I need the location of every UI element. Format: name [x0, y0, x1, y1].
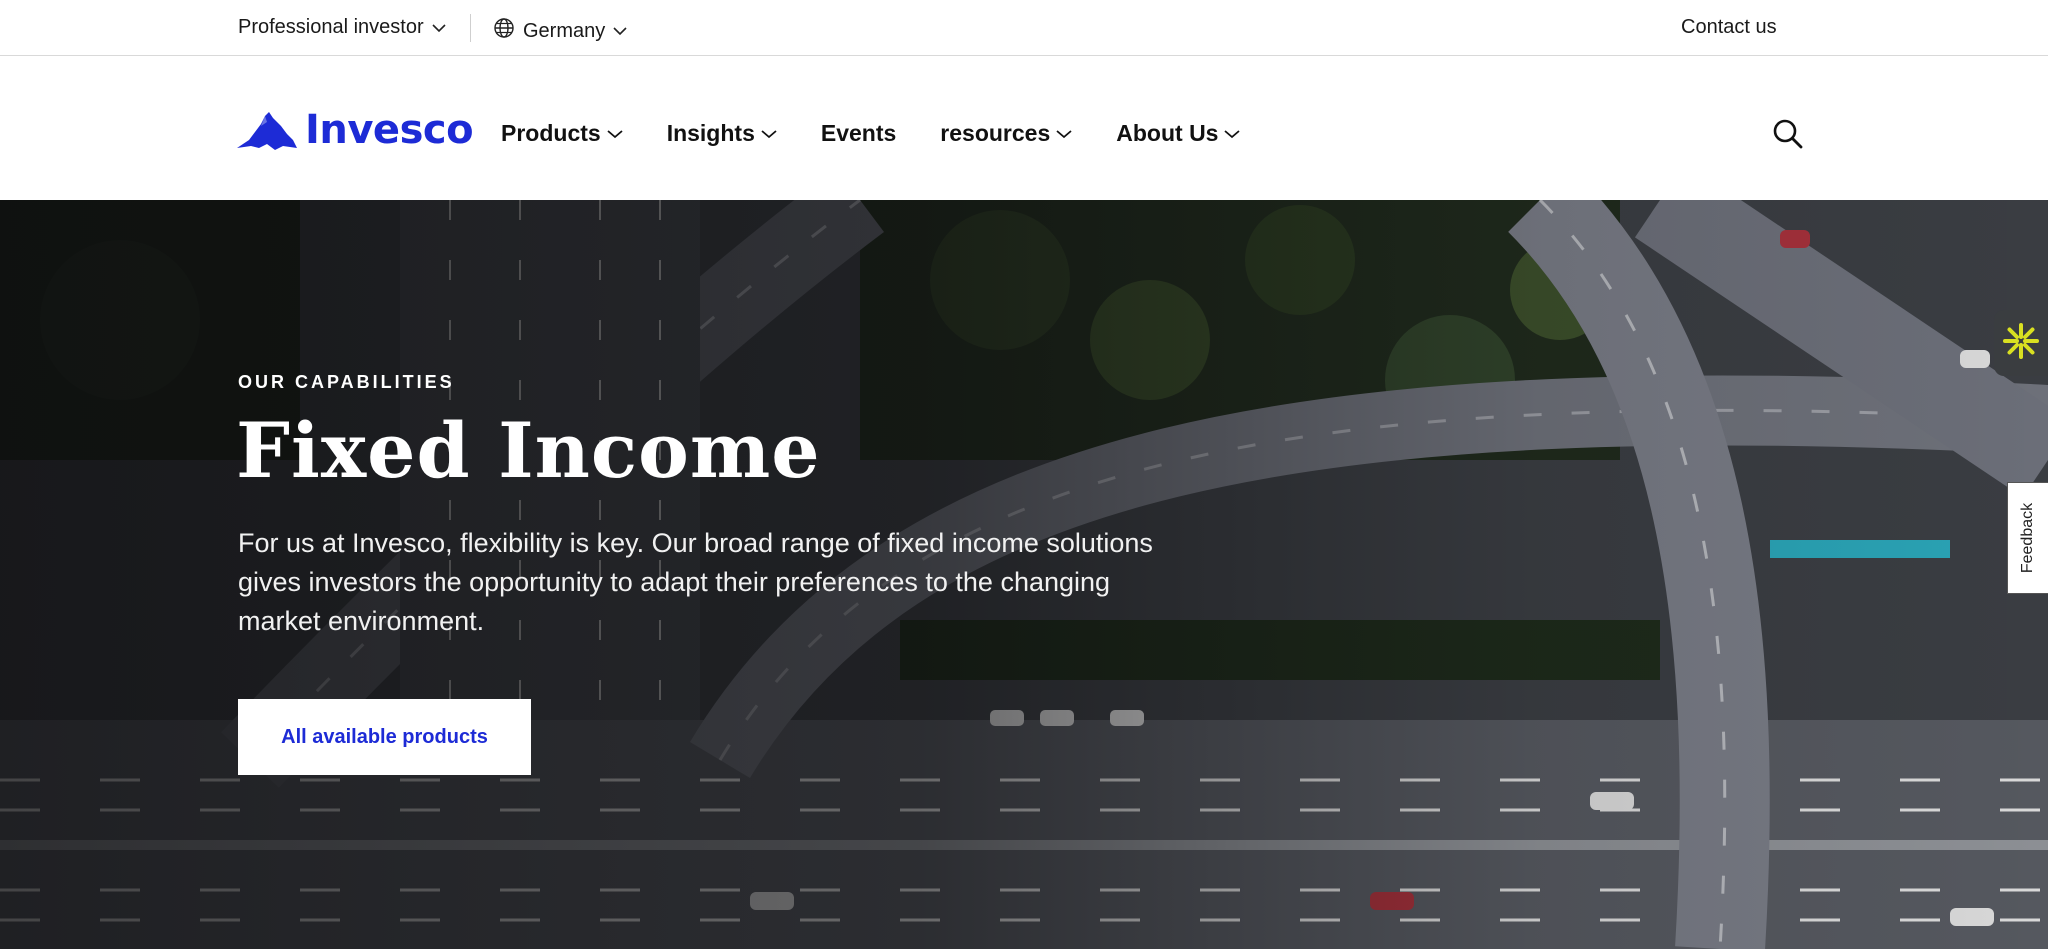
nav-item-insights[interactable]: Insights: [667, 120, 777, 147]
nav-item-label: About Us: [1116, 120, 1219, 146]
page-title: Fixed Income: [236, 406, 821, 495]
contact-us-link[interactable]: Contact us: [1681, 16, 1777, 39]
nav-item-label: Products: [501, 120, 601, 146]
hero-description: For us at Invesco, flexibility is key. O…: [238, 528, 1153, 636]
asterisk-chat-icon: [2001, 321, 2041, 366]
chevron-down-icon: [1224, 129, 1241, 139]
nav-item-about-us[interactable]: About Us: [1116, 120, 1241, 147]
nav-item-products[interactable]: Products: [501, 120, 623, 147]
mountain-climber-logo-icon: [237, 110, 297, 150]
investor-type-selector[interactable]: Professional investor: [238, 16, 446, 39]
feedback-tab[interactable]: Feedback: [2007, 482, 2048, 594]
all-available-products-button[interactable]: All available products: [238, 699, 531, 775]
utility-divider: [470, 14, 471, 42]
primary-nav-list: Products Insights Events resources About…: [501, 120, 1284, 147]
hero-section: OUR CAPABILITIES Fixed Income For us at …: [0, 200, 2048, 949]
chevron-down-icon: [607, 129, 623, 139]
chevron-down-icon: [1056, 129, 1072, 139]
chat-widget-button[interactable]: [1994, 310, 2048, 376]
nav-item-label: Insights: [666, 120, 755, 146]
nav-item-resources[interactable]: resources: [940, 120, 1072, 147]
feedback-label: Feedback: [2019, 502, 2037, 574]
contact-us-label: Contact us: [1681, 16, 1777, 38]
globe-icon: [493, 17, 515, 45]
chevron-down-icon: [613, 26, 627, 36]
brand-name: Invesco: [305, 107, 474, 153]
main-navigation: Invesco Products Insights Events resourc…: [0, 56, 2048, 200]
nav-item-label: Events: [820, 120, 897, 146]
chevron-down-icon: [761, 129, 777, 139]
nav-item-events[interactable]: Events: [821, 120, 896, 147]
utility-bar: Professional investor Germany Contact us: [0, 0, 2048, 56]
search-button[interactable]: [1772, 118, 1804, 155]
country-label: Germany: [523, 19, 606, 42]
investor-type-label: Professional investor: [238, 16, 424, 38]
chevron-down-icon: [432, 23, 446, 33]
country-selector[interactable]: Germany: [493, 17, 627, 45]
search-icon: [1772, 119, 1804, 154]
nav-item-label: resources: [940, 120, 1051, 146]
invesco-logo[interactable]: Invesco: [237, 107, 474, 153]
hero-eyebrow: OUR CAPABILITIES: [238, 372, 455, 392]
